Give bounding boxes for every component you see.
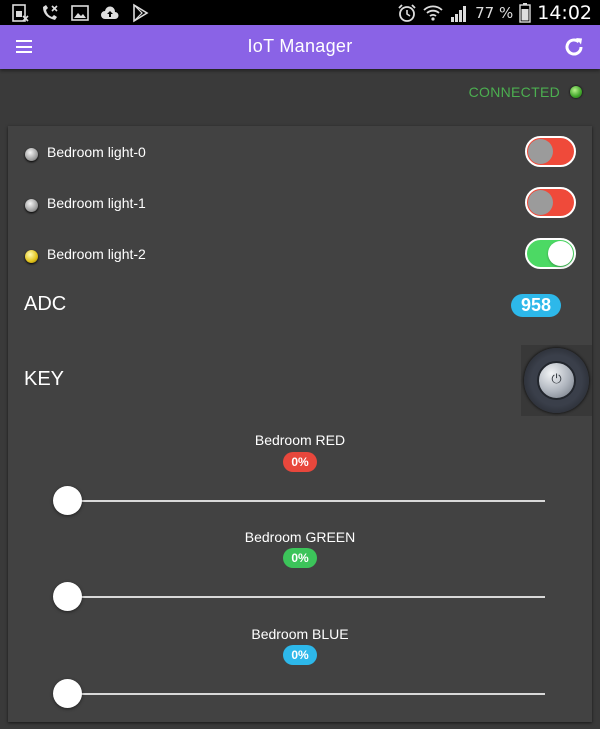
slider-green-title: Bedroom GREEN [244,529,356,545]
device-card: Bedroom light-0 Bedroom light-1 Bedroom … [8,126,592,722]
light-indicator [25,250,38,263]
power-icon: ⏻ [551,372,562,387]
sim-card-icon [12,4,29,22]
play-store-icon [133,3,149,23]
cloud-upload-icon [101,6,119,19]
refresh-icon[interactable] [562,35,586,59]
slider-red-value: 0% [283,452,317,472]
slider-green[interactable] [53,582,545,611]
light-0-toggle[interactable] [525,136,576,167]
light-1-toggle[interactable] [525,187,576,218]
slider-blue-value: 0% [283,645,317,665]
light-label: Bedroom light-2 [47,246,146,262]
light-2-toggle[interactable] [525,238,576,269]
alarm-icon [398,4,416,22]
clock: 14:02 [537,2,592,24]
connection-status: CONNECTED [469,84,582,100]
signal-icon [451,6,467,22]
slider-blue[interactable] [53,679,545,708]
light-indicator [25,148,38,161]
slider-blue-title: Bedroom BLUE [251,626,349,642]
key-button[interactable]: ⏻ [521,345,592,416]
slider-green-thumb[interactable] [53,582,82,611]
key-label: KEY [24,368,65,390]
missed-call-icon [43,5,58,20]
toggle-knob [528,139,553,164]
toggle-knob [548,241,573,266]
toggle-knob [528,190,553,215]
app-bar: IoT Manager [0,25,600,69]
image-icon [71,5,89,21]
connection-led [570,86,582,98]
light-indicator [25,199,38,212]
system-status: 77 % 14:02 [397,2,592,24]
light-label: Bedroom light-1 [47,195,146,211]
adc-value-badge: 958 [511,294,561,317]
light-row-0: Bedroom light-0 [8,134,592,174]
light-row-1: Bedroom light-1 [8,185,592,225]
wifi-icon [423,5,443,21]
adc-label: ADC [24,293,67,315]
battery-icon [519,3,531,23]
app-title: IoT Manager [247,36,353,56]
battery-percent: 77 % [475,4,514,22]
slider-red-thumb[interactable] [53,486,82,515]
key-button-ring: ⏻ [524,348,589,413]
slider-green-value: 0% [283,548,317,568]
light-row-2: Bedroom light-2 [8,236,592,276]
slider-blue-thumb[interactable] [53,679,82,708]
notification-icons [10,3,150,23]
slider-red-title: Bedroom RED [254,432,346,448]
status-bar: 77 % 14:02 [0,0,600,25]
key-button-face: ⏻ [537,361,576,400]
slider-red[interactable] [53,486,545,515]
light-label: Bedroom light-0 [47,144,146,160]
connection-label: CONNECTED [468,84,560,100]
